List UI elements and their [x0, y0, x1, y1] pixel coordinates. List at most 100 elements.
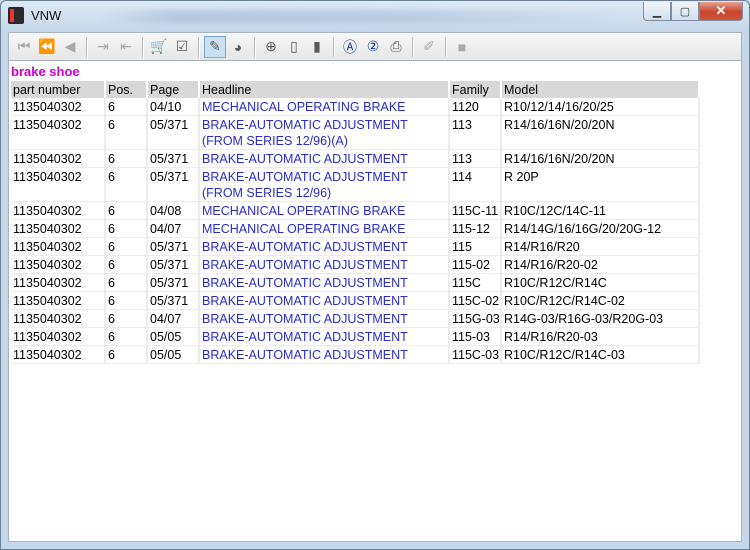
page-cell: 05/371: [148, 238, 200, 256]
pos-cell: 6: [106, 150, 148, 168]
circle-a-button[interactable]: Ⓐ: [339, 36, 361, 58]
headline-link[interactable]: BRAKE-AUTOMATIC ADJUSTMENT: [200, 328, 450, 346]
table-header-row: part number Pos. Page Headline Family Mo…: [11, 81, 700, 98]
part-number-cell: 1135040302: [11, 116, 106, 150]
headline-link[interactable]: BRAKE-AUTOMATIC ADJUSTMENT: [200, 150, 450, 168]
close-button[interactable]: ✕: [699, 2, 743, 21]
model-cell: R14/R16/R20-03: [502, 328, 700, 346]
model-cell: R14/16/16N/20/20N: [502, 116, 700, 150]
table-row[interactable]: 1135040302 6 05/371 BRAKE-AUTOMATIC ADJUSTM…: [11, 150, 700, 168]
table-row[interactable]: 1135040302 6 05/371 BRAKE-AUTOMATIC ADJUSTM…: [11, 256, 700, 274]
table-row[interactable]: 1135040302 6 05/05 BRAKE-AUTOMATIC ADJUSTME…: [11, 328, 700, 346]
section-title: brake shoe: [11, 64, 80, 79]
pos-cell: 6: [106, 238, 148, 256]
blurred-title-area: [101, 10, 621, 23]
previous-page-icon: ⏪: [38, 38, 56, 54]
cart-button[interactable]: 🛒: [148, 36, 170, 58]
headline-link[interactable]: MECHANICAL OPERATING BRAKE: [200, 220, 450, 238]
column-header-page[interactable]: Page: [148, 81, 200, 98]
export-icon: ⇥: [97, 38, 109, 54]
headline-link[interactable]: BRAKE-AUTOMATIC ADJUSTMENT: [200, 292, 450, 310]
headline-link[interactable]: BRAKE-AUTOMATIC ADJUSTMENT: [200, 256, 450, 274]
toolbar-separator: [142, 36, 144, 57]
headline-link[interactable]: BRAKE-AUTOMATIC ADJUSTMENT: [200, 238, 450, 256]
model-cell: R14/16/16N/20/20N: [502, 150, 700, 168]
zoom-in-icon: ⊕: [265, 38, 277, 54]
table-row[interactable]: 1135040302 6 04/07 BRAKE-AUTOMATIC ADJUSTME…: [11, 310, 700, 328]
page-alt-button[interactable]: ▮: [306, 36, 328, 58]
family-cell: 115-03: [450, 328, 502, 346]
minimize-button[interactable]: ▁: [643, 2, 671, 21]
export-button[interactable]: ⇥: [92, 36, 114, 58]
checklist-button[interactable]: ☑: [171, 36, 193, 58]
part-number-cell: 1135040302: [11, 346, 106, 364]
checklist-icon: ☑: [175, 38, 189, 54]
page-cell: 05/371: [148, 168, 200, 202]
page-cell: 05/371: [148, 256, 200, 274]
family-cell: 115C-02: [450, 292, 502, 310]
model-cell: R14/R16/R20: [502, 238, 700, 256]
column-header-family[interactable]: Family: [450, 81, 502, 98]
table-row[interactable]: 1135040302 6 05/05 BRAKE-AUTOMATIC ADJUSTME…: [11, 346, 700, 364]
stop-button[interactable]: ■: [451, 36, 473, 58]
page-button[interactable]: ▯: [283, 36, 305, 58]
page-cell: 04/07: [148, 310, 200, 328]
import-button[interactable]: ⇤: [115, 36, 137, 58]
column-header-model[interactable]: Model: [502, 81, 700, 98]
table-row[interactable]: 1135040302 6 04/08 MECHANICAL OPERATING BRA…: [11, 202, 700, 220]
table-row[interactable]: 1135040302 6 04/10 MECHANICAL OPERATING BRA…: [11, 98, 700, 116]
toolbar-separator: [198, 36, 200, 57]
model-cell: R10C/R12C/R14C-02: [502, 292, 700, 310]
circle-2-icon: ②: [366, 38, 380, 54]
family-cell: 115-12: [450, 220, 502, 238]
previous-record-icon: ◀: [64, 38, 76, 54]
table-row[interactable]: 1135040302 6 05/371 BRAKE-AUTOMATIC ADJUSTM…: [11, 238, 700, 256]
maximize-button[interactable]: ▢: [671, 2, 699, 21]
toolbar-separator: [86, 36, 88, 57]
toolbar-separator: [412, 36, 414, 57]
first-record-icon: ⏮: [17, 38, 31, 54]
table-row[interactable]: 1135040302 6 05/371 BRAKE-AUTOMATIC ADJUSTM…: [11, 292, 700, 310]
family-cell: 1120: [450, 98, 502, 116]
toolbar-separator: [254, 36, 256, 57]
column-header-part-number[interactable]: part number: [11, 81, 106, 98]
headline-link[interactable]: BRAKE-AUTOMATIC ADJUSTMENT: [200, 346, 450, 364]
column-header-pos[interactable]: Pos.: [106, 81, 148, 98]
eraser-icon: ✐: [423, 38, 435, 54]
part-number-cell: 1135040302: [11, 310, 106, 328]
headline-link[interactable]: BRAKE-AUTOMATIC ADJUSTMENT: [200, 310, 450, 328]
table-row[interactable]: 1135040302 6 05/371 BRAKE-AUTOMATIC ADJUSTM…: [11, 168, 700, 202]
previous-record-button[interactable]: ◀: [59, 36, 81, 58]
table-row[interactable]: 1135040302 6 05/371 BRAKE-AUTOMATIC ADJUSTM…: [11, 116, 700, 150]
pos-cell: 6: [106, 346, 148, 364]
zoom-in-button[interactable]: ⊕: [260, 36, 282, 58]
app-logo-icon: [8, 7, 24, 24]
headline-link[interactable]: BRAKE-AUTOMATIC ADJUSTMENT (FROM SERIES …: [200, 168, 450, 202]
headline-link[interactable]: BRAKE-AUTOMATIC ADJUSTMENT (FROM SERIES …: [200, 116, 450, 150]
first-record-button[interactable]: ⏮: [13, 36, 35, 58]
pos-cell: 6: [106, 116, 148, 150]
headline-link[interactable]: BRAKE-AUTOMATIC ADJUSTMENT: [200, 274, 450, 292]
table-row[interactable]: 1135040302 6 04/07 MECHANICAL OPERATING BRA…: [11, 220, 700, 238]
print-button[interactable]: ⎙: [385, 36, 407, 58]
table-row[interactable]: 1135040302 6 05/371 BRAKE-AUTOMATIC ADJUSTM…: [11, 274, 700, 292]
headline-link[interactable]: MECHANICAL OPERATING BRAKE: [200, 202, 450, 220]
tag-filter-button[interactable]: ✎: [204, 35, 226, 58]
pos-cell: 6: [106, 202, 148, 220]
part-number-cell: 1135040302: [11, 292, 106, 310]
family-cell: 115C-11: [450, 202, 502, 220]
column-header-headline[interactable]: Headline: [200, 81, 450, 98]
globe-button[interactable]: ◕: [227, 36, 249, 58]
pos-cell: 6: [106, 274, 148, 292]
app-window: VNW ▁ ▢ ✕ ⏮ ⏪ ◀ ⇥ ⇤ 🛒 ☑ ✎ ◕ ⊕ ▯ ▮ Ⓐ ② ⎙ ✐ ■ brake shoe p…: [0, 0, 750, 550]
model-cell: R10C/R12C/R14C: [502, 274, 700, 292]
part-number-cell: 1135040302: [11, 274, 106, 292]
circle-2-button[interactable]: ②: [362, 36, 384, 58]
previous-page-button[interactable]: ⏪: [36, 36, 58, 58]
toolbar: ⏮ ⏪ ◀ ⇥ ⇤ 🛒 ☑ ✎ ◕ ⊕ ▯ ▮ Ⓐ ② ⎙ ✐ ■: [8, 32, 742, 60]
page-cell: 05/05: [148, 346, 200, 364]
family-cell: 115C: [450, 274, 502, 292]
model-cell: R 20P: [502, 168, 700, 202]
eraser-button[interactable]: ✐: [418, 36, 440, 58]
headline-link[interactable]: MECHANICAL OPERATING BRAKE: [200, 98, 450, 116]
